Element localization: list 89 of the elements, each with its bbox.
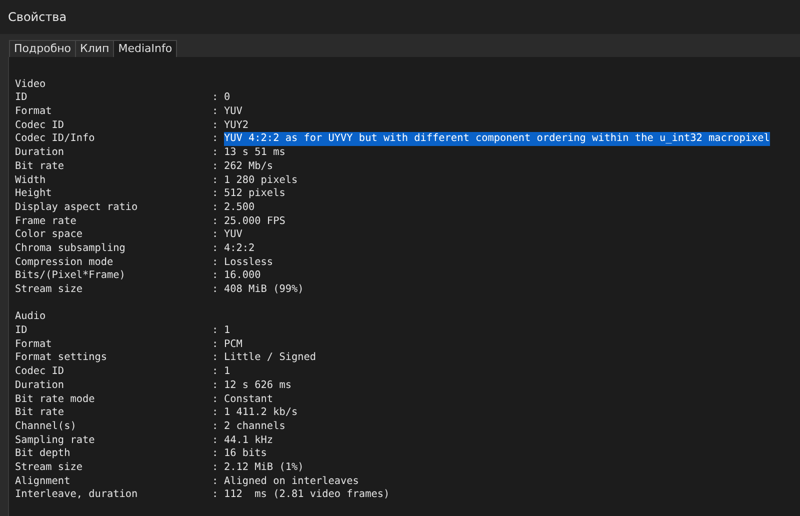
colon: :	[212, 269, 220, 283]
field-label: Codec ID	[15, 365, 66, 379]
field-value[interactable]: 0	[224, 91, 230, 106]
colon: :	[212, 434, 220, 448]
colon: :	[212, 324, 220, 338]
colon: :	[212, 283, 220, 297]
field-label: Display aspect ratio	[15, 200, 139, 215]
field-label: Width	[15, 174, 47, 188]
colon: :	[212, 174, 220, 188]
field-label: Stream size	[15, 460, 84, 475]
colon: :	[212, 146, 220, 160]
field-value[interactable]: YUV	[224, 105, 242, 119]
field-value[interactable]: 44.1 kHz	[224, 434, 274, 448]
colon: :	[212, 118, 220, 132]
field-label: Bit rate	[15, 160, 66, 174]
field-label: Compression mode	[15, 256, 114, 270]
field-label: Channel(s)	[15, 420, 78, 434]
colon: :	[212, 338, 220, 352]
colon: :	[212, 242, 220, 256]
field-label: Chroma subsampling	[15, 242, 126, 256]
field-label: Format settings	[15, 351, 108, 366]
colon: :	[212, 447, 220, 461]
colon: :	[212, 392, 220, 406]
colon: :	[212, 228, 220, 242]
tab[interactable]: Подробно	[9, 40, 76, 57]
field-label: Codec ID	[15, 118, 66, 132]
field-value[interactable]: 4:2:2	[224, 242, 255, 256]
field-label: Interleave, duration	[15, 488, 139, 502]
field-value[interactable]: Lossless	[224, 256, 274, 270]
field-value[interactable]: Constant	[224, 392, 274, 406]
colon: :	[212, 406, 220, 420]
field-label: Format	[15, 105, 53, 119]
field-value[interactable]: 512 pixels	[224, 187, 286, 201]
colon: :	[212, 488, 220, 502]
field-label: Bit rate	[15, 406, 66, 420]
section-heading: Audio	[15, 310, 46, 324]
field-label: ID	[15, 91, 28, 106]
field-value[interactable]: 16.000	[224, 269, 261, 283]
field-label: Bit rate mode	[15, 392, 96, 406]
colon: :	[212, 91, 220, 106]
field-value[interactable]: Aligned on interleaves	[224, 474, 359, 488]
field-value[interactable]: YUV 4:2:2 as for UYVY but with different component ordering within the u_int32 macropixel	[224, 132, 770, 146]
colon: :	[212, 474, 220, 488]
colon: :	[212, 214, 220, 228]
colon: :	[212, 256, 220, 270]
field-label: Duration	[15, 378, 66, 392]
colon: :	[212, 187, 220, 201]
field-value[interactable]: 1	[224, 324, 230, 338]
field-value[interactable]: 13 s 51 ms	[224, 146, 286, 160]
field-value[interactable]: YUY2	[224, 118, 249, 132]
field-label: Color space	[15, 228, 84, 242]
colon: :	[212, 378, 220, 392]
field-label: Frame rate	[15, 214, 78, 228]
field-value[interactable]: PCM	[224, 338, 242, 352]
colon: :	[212, 351, 220, 366]
field-value[interactable]: 16 bits	[224, 447, 267, 461]
field-value[interactable]: 1 411.2 kb/s	[224, 406, 298, 420]
field-label: ID	[15, 324, 28, 338]
colon: :	[212, 460, 220, 475]
colon: :	[212, 105, 220, 119]
field-label: Stream size	[15, 283, 84, 297]
field-value[interactable]: Little / Signed	[224, 351, 316, 366]
colon: :	[212, 200, 220, 215]
field-value[interactable]: 2 channels	[224, 420, 286, 434]
colon: :	[212, 132, 220, 146]
colon: :	[212, 160, 220, 174]
colon: :	[212, 420, 220, 434]
field-label: Codec ID/Info	[15, 132, 96, 146]
field-value[interactable]: 262 Mb/s	[224, 160, 274, 174]
field-value[interactable]: YUV	[224, 228, 242, 242]
field-label: Height	[15, 187, 53, 201]
field-label: Bits/(Pixel*Frame)	[15, 269, 126, 283]
field-value[interactable]: 408 MiB (99%)	[224, 283, 304, 297]
field-label: Sampling rate	[15, 434, 96, 448]
field-value[interactable]: 2.12 MiB (1%)	[224, 460, 304, 475]
field-value[interactable]: 25.000 FPS	[224, 214, 286, 228]
tab[interactable]: MediaInfo	[113, 40, 178, 57]
field-value[interactable]: 12 s 626 ms	[224, 378, 292, 392]
field-value[interactable]: 1	[224, 365, 230, 379]
field-value[interactable]: 1 280 pixels	[224, 174, 298, 188]
window-title: Свойства	[8, 10, 67, 24]
field-label: Alignment	[15, 474, 72, 488]
field-value[interactable]: 112 ms (2.81 video frames)	[224, 488, 390, 502]
colon: :	[212, 365, 220, 379]
field-label: Format	[15, 338, 53, 352]
section-heading: Video	[15, 78, 46, 92]
field-label: Bit depth	[15, 447, 72, 461]
field-value[interactable]: 2.500	[224, 200, 255, 215]
field-label: Duration	[15, 146, 66, 160]
